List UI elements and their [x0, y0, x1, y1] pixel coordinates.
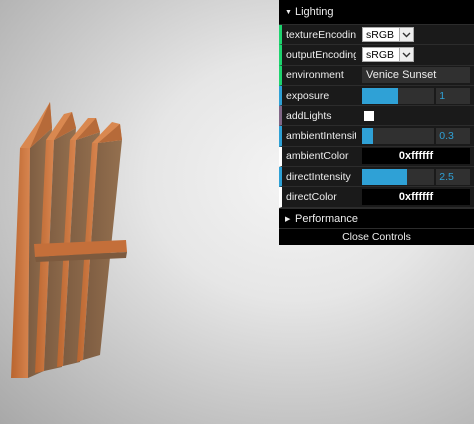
- ambient-intensity-slider-fill: [362, 128, 373, 145]
- folder-lighting-label: Lighting: [295, 6, 334, 18]
- triangle-right-icon: ▶: [285, 215, 291, 223]
- environment-input[interactable]: Venice Sunset: [362, 67, 470, 84]
- chevron-down-icon: [399, 48, 413, 62]
- environment-label: environment: [286, 69, 344, 82]
- row-environment: environment Venice Sunset: [279, 65, 474, 86]
- chevron-down-icon: [399, 28, 413, 42]
- folder-lighting[interactable]: ▼ Lighting: [279, 0, 474, 25]
- output-encoding-value: sRGB: [366, 48, 395, 61]
- direct-intensity-slider[interactable]: [362, 168, 435, 185]
- ambient-intensity-slider[interactable]: [362, 128, 435, 145]
- row-direct-intensity: directIntensity 2.5: [279, 167, 474, 188]
- row-add-lights: addLights: [279, 106, 474, 127]
- direct-color-label: directColor: [286, 191, 337, 204]
- direct-color-swatch[interactable]: 0xffffff: [362, 189, 470, 206]
- exposure-slider[interactable]: [362, 87, 435, 104]
- triangle-down-icon: ▼: [285, 9, 292, 16]
- row-exposure: exposure 1: [279, 85, 474, 107]
- exposure-slider-fill: [362, 87, 399, 104]
- texture-encoding-value: sRGB: [366, 28, 395, 41]
- row-ambient-color: ambientColor 0xffffff: [279, 146, 474, 168]
- folder-performance[interactable]: ▶ Performance: [279, 207, 474, 228]
- direct-intensity-input[interactable]: 2.5: [436, 168, 470, 185]
- output-encoding-label: outputEncoding: [286, 48, 356, 61]
- texture-encoding-label: textureEncoding: [286, 28, 356, 41]
- folder-performance-label: Performance: [295, 212, 358, 225]
- controls-panel: ▼ Lighting textureEncoding sRGB outputEnc…: [279, 0, 474, 245]
- ambient-color-swatch[interactable]: 0xffffff: [362, 148, 470, 165]
- row-texture-encoding: textureEncoding sRGB: [279, 25, 474, 46]
- add-lights-checkbox[interactable]: [364, 110, 374, 121]
- ambient-color-label: ambientColor: [286, 150, 349, 163]
- exposure-label: exposure: [286, 89, 330, 102]
- exposure-input[interactable]: 1: [436, 87, 470, 104]
- ambient-intensity-label: ambientIntensity: [286, 130, 356, 143]
- row-direct-color: directColor 0xffffff: [279, 187, 474, 208]
- direct-intensity-label: directIntensity: [286, 170, 351, 183]
- output-encoding-select[interactable]: sRGB: [362, 47, 414, 63]
- close-controls-button[interactable]: Close Controls: [279, 227, 474, 245]
- row-output-encoding: outputEncoding sRGB: [279, 45, 474, 66]
- texture-encoding-select[interactable]: sRGB: [362, 27, 414, 43]
- add-lights-label: addLights: [286, 109, 332, 122]
- direct-intensity-slider-fill: [362, 168, 408, 185]
- row-ambient-intensity: ambientIntensity 0.3: [279, 126, 474, 147]
- ambient-intensity-input[interactable]: 0.3: [436, 128, 470, 145]
